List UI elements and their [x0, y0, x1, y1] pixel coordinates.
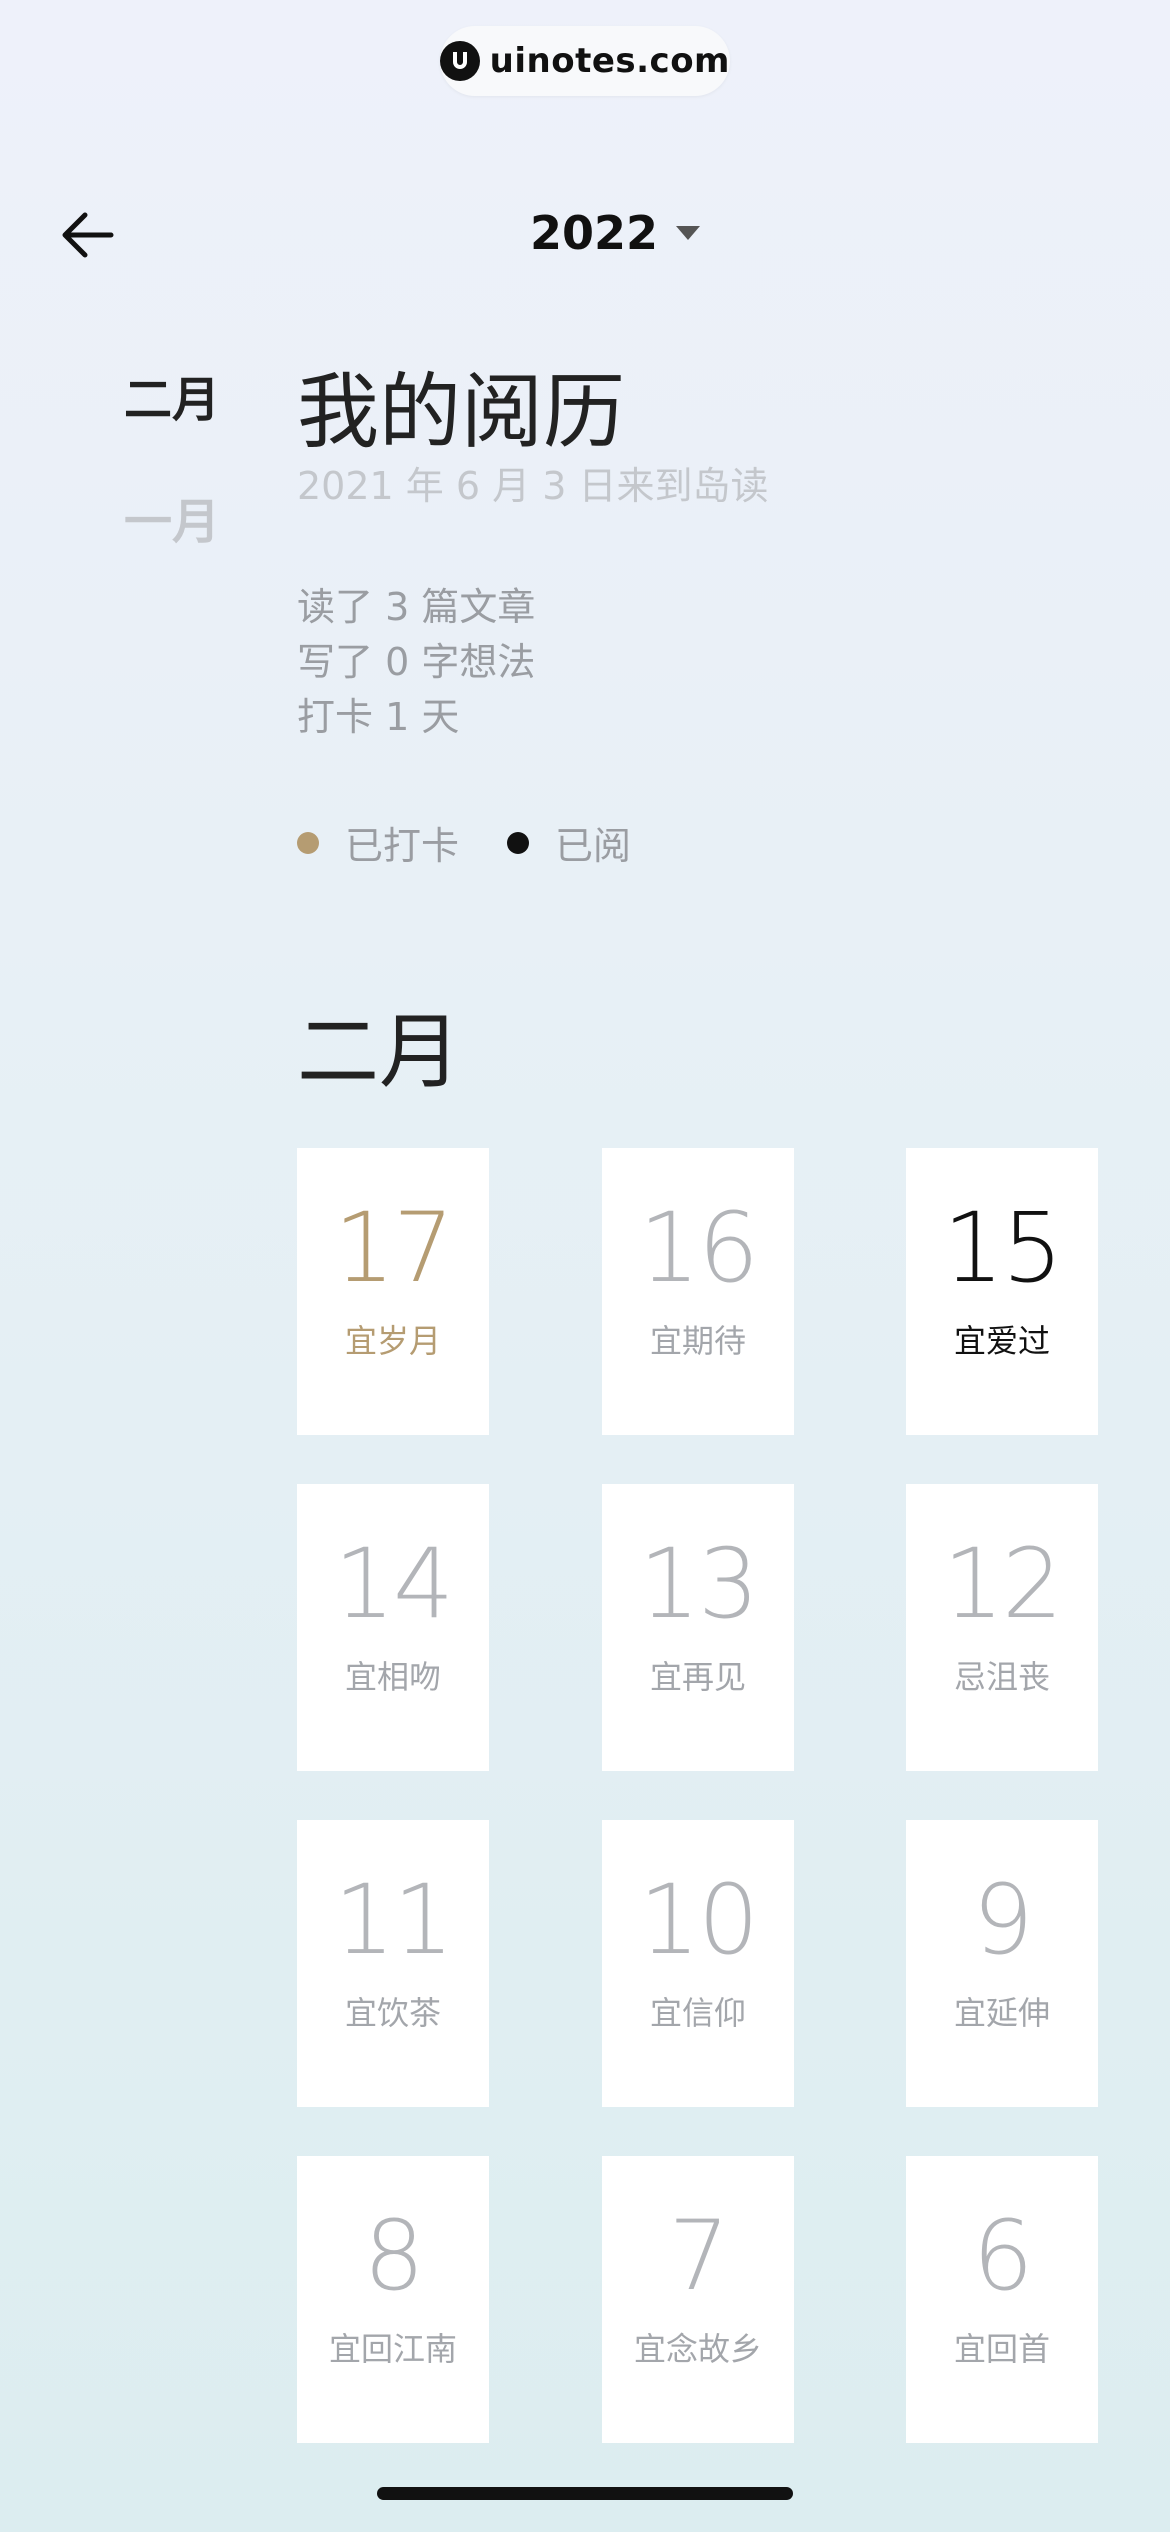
day-card[interactable]: 14 宜相吻 [297, 1484, 489, 1771]
day-card[interactable]: 8 宜回江南 [297, 2156, 489, 2443]
day-card[interactable]: 10 宜信仰 [602, 1820, 794, 2107]
day-card[interactable]: 6 宜回首 [906, 2156, 1098, 2443]
uinotes-logo-icon [440, 41, 480, 81]
day-number: 16 [638, 1192, 759, 1304]
day-number: 7 [668, 2200, 729, 2312]
watermark-text: uinotes.com [489, 41, 730, 81]
day-number: 9 [972, 1864, 1033, 1976]
day-number: 8 [363, 2200, 424, 2312]
day-label: 宜岁月 [344, 1322, 441, 1360]
day-label: 宜期待 [649, 1322, 746, 1360]
day-number: 15 [942, 1192, 1063, 1304]
month-nav-item-jan[interactable]: 一月 [124, 482, 220, 552]
day-number: 12 [942, 1528, 1063, 1640]
day-number: 14 [333, 1528, 454, 1640]
day-number: 13 [638, 1528, 759, 1640]
page-title: 我的阅历 [297, 365, 626, 460]
day-label: 宜饮茶 [344, 1994, 441, 2032]
legend-read-label: 已阅 [555, 824, 632, 868]
checked-in-dot-icon [297, 831, 319, 854]
day-card[interactable]: 7 宜念故乡 [602, 2156, 794, 2443]
day-number: 17 [333, 1192, 454, 1304]
day-label: 宜念故乡 [633, 2330, 762, 2368]
day-label: 宜回首 [953, 2330, 1050, 2368]
month-section-title: 二月 [297, 1005, 462, 1100]
home-indicator[interactable] [377, 2487, 793, 2500]
legend-checked-in-label: 已打卡 [345, 824, 460, 868]
join-date-text: 2021 年 6 月 3 日来到岛读 [297, 464, 769, 508]
stats-list: 读了 3 篇文章 写了 0 字想法 打卡 1 天 [297, 580, 535, 745]
day-number: 11 [333, 1864, 454, 1976]
day-label: 宜再见 [649, 1658, 746, 1696]
day-label: 宜相吻 [344, 1658, 441, 1696]
day-card[interactable]: 13 宜再见 [602, 1484, 794, 1771]
day-card[interactable]: 15 宜爱过 [906, 1148, 1098, 1435]
month-nav: 二月 一月 [124, 360, 220, 604]
day-card[interactable]: 16 宜期待 [602, 1148, 794, 1435]
stat-words-written: 写了 0 字想法 [297, 640, 536, 684]
caret-down-icon [676, 226, 701, 240]
watermark-badge: uinotes.com [440, 26, 730, 96]
day-card[interactable]: 17 宜岁月 [297, 1148, 489, 1435]
arrow-left-icon [62, 212, 114, 258]
day-label: 宜延伸 [953, 1994, 1050, 2032]
stat-checkin-days: 打卡 1 天 [297, 695, 460, 739]
day-number: 6 [972, 2200, 1033, 2312]
day-label: 忌沮丧 [953, 1658, 1050, 1696]
day-label: 宜回江南 [328, 2330, 457, 2368]
day-card[interactable]: 11 宜饮茶 [297, 1820, 489, 2107]
legend: 已打卡 已阅 [297, 815, 631, 870]
year-selector[interactable]: 2022 [530, 206, 701, 260]
day-card[interactable]: 12 忌沮丧 [906, 1484, 1098, 1771]
day-label: 宜爱过 [953, 1322, 1050, 1360]
year-label: 2022 [530, 206, 659, 260]
day-label: 宜信仰 [649, 1994, 746, 2032]
day-card[interactable]: 9 宜延伸 [906, 1820, 1098, 2107]
stat-articles-read: 读了 3 篇文章 [297, 585, 536, 629]
day-number: 10 [638, 1864, 759, 1976]
back-button[interactable] [52, 200, 122, 270]
read-dot-icon [507, 831, 530, 854]
month-nav-item-feb[interactable]: 二月 [124, 360, 220, 430]
